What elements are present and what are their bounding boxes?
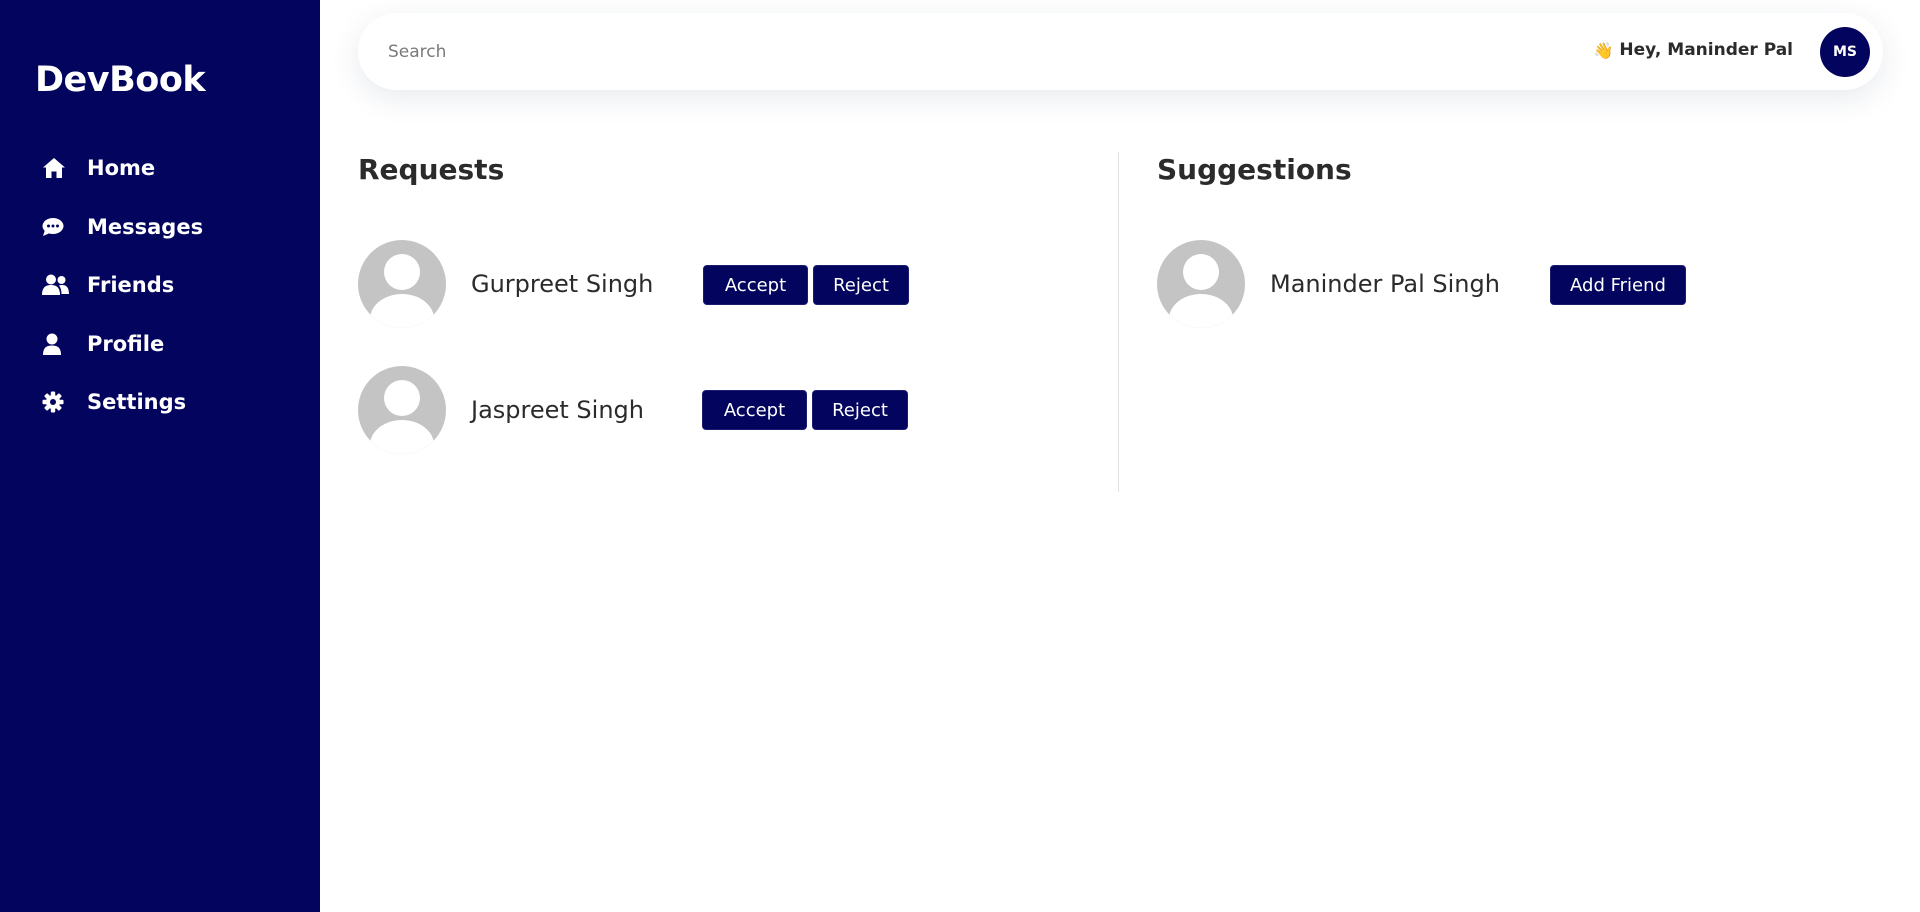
sidebar-item-label: Settings — [87, 390, 187, 414]
reject-button[interactable]: Reject — [812, 390, 908, 430]
home-icon — [42, 156, 70, 180]
sidebar-item-label: Messages — [87, 214, 204, 239]
suggestions-title: Suggestions — [1157, 153, 1352, 186]
suggestion-item: Maninder Pal Singh — [1157, 240, 1500, 328]
top-bar: 👋 Hey, Maninder Pal MS — [358, 13, 1883, 90]
wave-icon: 👋 — [1593, 40, 1614, 60]
add-friend-button[interactable]: Add Friend — [1550, 265, 1686, 305]
users-icon — [42, 273, 70, 297]
sidebar-item-profile[interactable]: Profile — [42, 329, 203, 359]
avatar-placeholder-icon — [358, 240, 446, 328]
accept-button[interactable]: Accept — [702, 390, 807, 430]
chat-icon — [42, 215, 70, 239]
request-name: Jaspreet Singh — [471, 396, 644, 424]
gear-icon — [42, 390, 70, 414]
sidebar: DevBook Home Messages Friends Profile Se… — [0, 0, 320, 912]
avatar[interactable]: MS — [1820, 27, 1870, 77]
sidebar-item-messages[interactable]: Messages — [42, 212, 203, 242]
reject-button[interactable]: Reject — [813, 265, 909, 305]
sidebar-item-settings[interactable]: Settings — [42, 387, 203, 417]
brand-logo[interactable]: DevBook — [35, 60, 206, 100]
column-divider — [1118, 152, 1119, 492]
sidebar-item-home[interactable]: Home — [42, 153, 203, 183]
sidebar-item-label: Profile — [87, 331, 165, 356]
sidebar-item-label: Friends — [87, 273, 175, 297]
sidebar-nav: Home Messages Friends Profile Settings — [42, 153, 203, 446]
suggestion-name: Maninder Pal Singh — [1270, 270, 1500, 298]
request-name: Gurpreet Singh — [471, 270, 654, 298]
requests-title: Requests — [358, 153, 505, 186]
request-item: Gurpreet Singh — [358, 240, 653, 328]
sidebar-item-friends[interactable]: Friends — [42, 270, 203, 300]
sidebar-item-label: Home — [87, 156, 156, 180]
accept-button[interactable]: Accept — [703, 265, 808, 305]
avatar-placeholder-icon — [358, 366, 446, 454]
user-icon — [42, 332, 70, 356]
request-item: Jaspreet Singh — [358, 366, 644, 454]
greeting: 👋 Hey, Maninder Pal — [1593, 40, 1793, 60]
avatar-placeholder-icon — [1157, 240, 1245, 328]
search-input[interactable] — [388, 37, 1288, 67]
greeting-text: Hey, Maninder Pal — [1619, 40, 1793, 60]
